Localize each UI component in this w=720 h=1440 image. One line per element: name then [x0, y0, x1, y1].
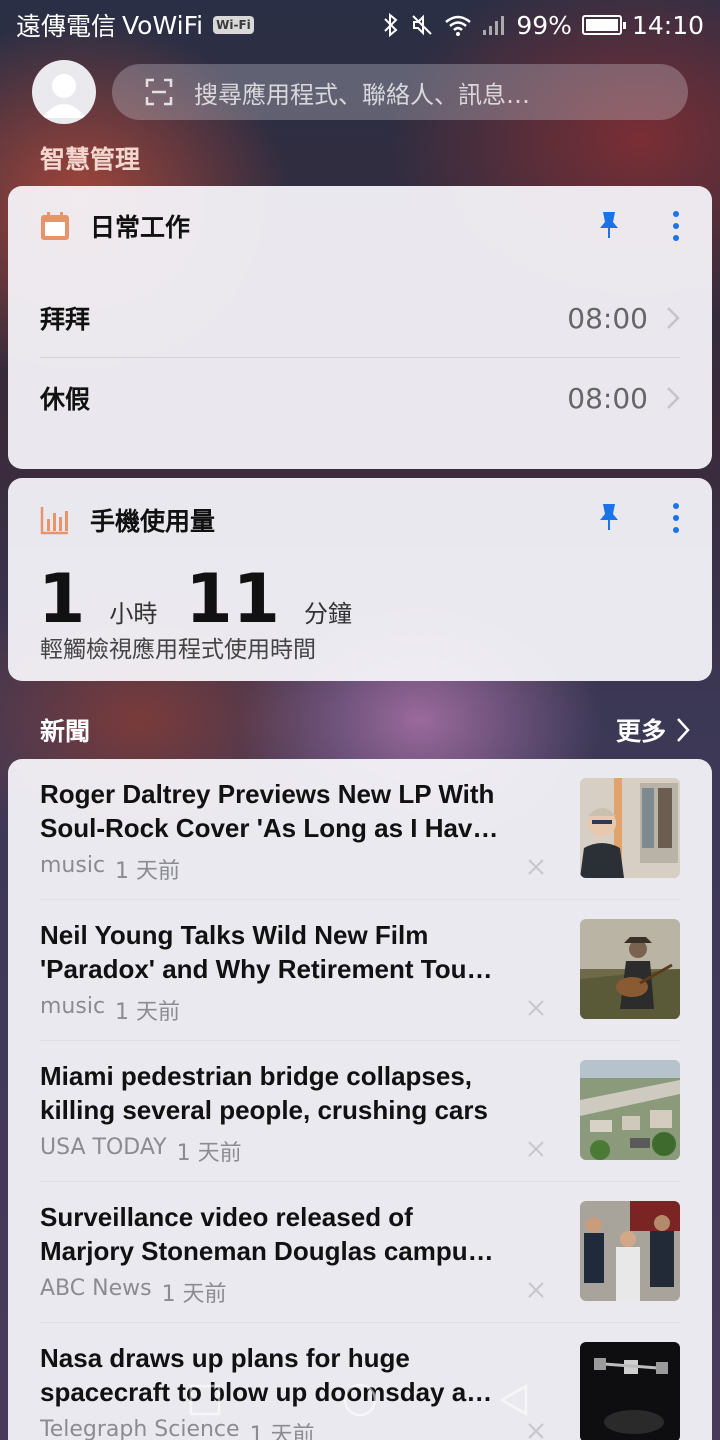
navigation-bar	[0, 1360, 720, 1440]
news-item[interactable]: Miami pedestrian bridge collapses, killi…	[8, 1041, 712, 1182]
routine-card-title: 日常工作	[90, 213, 191, 242]
bar-chart-icon	[40, 507, 68, 535]
calendar-icon	[41, 212, 69, 240]
news-item-age: 1 天前	[176, 1141, 242, 1166]
routine-item-time: 08:00	[567, 301, 648, 335]
routine-card-header: 日常工作	[40, 208, 190, 244]
news-item-title-line: killing several people, crushing cars	[40, 1095, 488, 1125]
news-item-title: Neil Young Talks Wild New Film 'Paradox'…	[40, 918, 560, 986]
routine-item[interactable]: 拜拜 08:00	[40, 278, 680, 358]
news-item-thumbnail	[580, 778, 680, 878]
news-item-title: Miami pedestrian bridge collapses, killi…	[40, 1059, 560, 1127]
news-item-source: music	[40, 994, 106, 1019]
news-item-thumbnail	[580, 1201, 680, 1301]
usage-minutes: 11	[185, 560, 280, 639]
search-bar[interactable]: 搜尋應用程式、聯絡人、訊息…	[112, 64, 688, 120]
close-icon[interactable]	[526, 1139, 546, 1159]
news-item-title-line: Soul-Rock Cover 'As Long as I Hav…	[40, 813, 499, 843]
usage-hours-unit: 小時	[109, 600, 158, 628]
clock: 14:10	[631, 10, 704, 40]
usage-minutes-unit: 分鐘	[303, 600, 352, 628]
usage-time[interactable]: 1 小時 11 分鐘	[38, 560, 380, 639]
chevron-right-icon	[677, 718, 690, 742]
news-item-title-line: Roger Daltrey Previews New LP With	[40, 779, 495, 809]
news-item-title-line: Surveillance video released of	[40, 1202, 413, 1232]
close-icon[interactable]	[526, 998, 546, 1018]
photo-person-portrait	[580, 778, 680, 878]
news-item-title-line: Neil Young Talks Wild New Film	[40, 920, 429, 950]
news-item-title-line: 'Paradox' and Why Retirement Tou…	[40, 954, 493, 984]
chevron-right-icon	[667, 307, 680, 329]
user-icon	[42, 74, 86, 118]
news-item-age: 1 天前	[115, 859, 181, 884]
home-icon[interactable]	[342, 1382, 378, 1418]
wifi-icon	[445, 15, 472, 36]
routine-item-label: 休假	[40, 385, 91, 414]
bluetooth-icon	[384, 12, 398, 38]
more-options-icon[interactable]	[672, 502, 680, 534]
routine-item-label: 拜拜	[40, 305, 91, 334]
pin-icon[interactable]	[596, 502, 622, 532]
battery-percent: 99%	[516, 10, 572, 40]
news-item[interactable]: Surveillance video released of Marjory S…	[8, 1182, 712, 1323]
news-item-meta: USA TODAY 1 天前	[40, 1135, 242, 1167]
news-more-label: 更多	[615, 717, 666, 746]
news-item-title-line: Marjory Stoneman Douglas campu…	[40, 1236, 494, 1266]
recent-apps-icon[interactable]	[188, 1383, 222, 1417]
news-item-thumbnail	[580, 1060, 680, 1160]
network-label: VoWiFi	[122, 10, 204, 40]
back-icon[interactable]	[498, 1383, 532, 1417]
wifi-calling-badge: Wi-Fi	[213, 16, 254, 34]
routine-card[interactable]: 日常工作 拜拜 08:00 休假 08:00	[8, 186, 712, 469]
usage-card-header: 手機使用量	[40, 502, 215, 538]
close-icon[interactable]	[526, 857, 546, 877]
pin-icon[interactable]	[596, 210, 622, 240]
news-item-thumbnail	[580, 919, 680, 1019]
news-item-meta: music 1 天前	[40, 994, 180, 1026]
section-title-smart: 智慧管理	[40, 145, 141, 174]
battery-icon	[581, 15, 626, 35]
carrier-label: 遠傳電信	[16, 12, 117, 41]
news-item-age: 1 天前	[161, 1282, 227, 1307]
news-item-source: music	[40, 853, 106, 878]
news-item[interactable]: Roger Daltrey Previews New LP With Soul-…	[8, 759, 712, 900]
news-item-meta: ABC News 1 天前	[40, 1276, 227, 1308]
avatar[interactable]	[32, 60, 96, 124]
routine-item-time: 08:00	[567, 381, 648, 415]
news-item-meta: music 1 天前	[40, 853, 180, 885]
usage-hours: 1	[38, 560, 86, 639]
mute-icon	[412, 14, 433, 36]
news-item-title: Surveillance video released of Marjory S…	[40, 1200, 560, 1268]
usage-subtitle: 輕觸檢視應用程式使用時間	[40, 637, 316, 663]
chevron-right-icon	[667, 387, 680, 409]
news-item-title-line: Miami pedestrian bridge collapses,	[40, 1061, 473, 1091]
signal-icon	[483, 16, 505, 35]
search-placeholder: 搜尋應用程式、聯絡人、訊息…	[194, 80, 530, 109]
news-item-title: Roger Daltrey Previews New LP With Soul-…	[40, 777, 560, 845]
more-options-icon[interactable]	[672, 210, 680, 242]
usage-card-title: 手機使用量	[90, 507, 216, 536]
news-title: 新聞	[40, 717, 91, 746]
news-header: 新聞 更多	[40, 710, 690, 750]
routine-item[interactable]: 休假 08:00	[40, 358, 680, 438]
close-icon[interactable]	[526, 1280, 546, 1300]
battery-level	[585, 19, 618, 31]
photo-aerial-bridge	[580, 1060, 680, 1160]
news-item[interactable]: Neil Young Talks Wild New Film 'Paradox'…	[8, 900, 712, 1041]
news-item-source: USA TODAY	[40, 1135, 167, 1160]
news-more-link[interactable]: 更多	[616, 712, 690, 748]
news-item-source: ABC News	[40, 1276, 152, 1301]
news-item-age: 1 天前	[115, 1000, 181, 1025]
scan-icon[interactable]	[144, 77, 174, 107]
photo-guitarist-field	[580, 919, 680, 1019]
photo-agents-group	[580, 1201, 680, 1301]
status-bar: 遠傳電信 VoWiFi Wi-Fi 99% 14:10	[0, 0, 720, 50]
